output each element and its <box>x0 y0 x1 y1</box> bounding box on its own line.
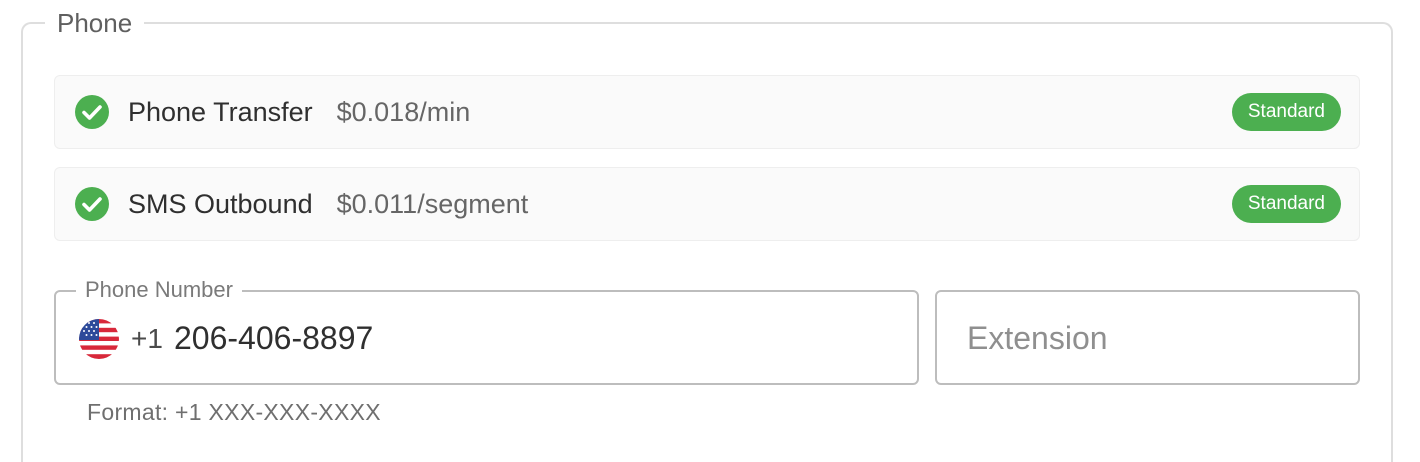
phone-number-field[interactable]: Phone Number +1 <box>54 276 919 385</box>
check-circle-icon <box>75 187 109 221</box>
service-row-sms-outbound: SMS Outbound $0.011/segment Standard <box>54 167 1360 241</box>
section-legend: Phone <box>45 8 145 38</box>
extension-input[interactable] <box>967 316 1327 360</box>
dial-code[interactable]: +1 <box>131 322 163 356</box>
service-price: $0.011/segment <box>336 188 529 219</box>
phone-number-input[interactable] <box>174 316 874 360</box>
status-badge: Standard <box>1231 185 1341 223</box>
check-circle-icon <box>75 95 109 129</box>
service-price: $0.018/min <box>336 96 471 127</box>
phone-number-label: Phone Number <box>76 276 242 304</box>
service-name: SMS Outbound <box>128 188 313 219</box>
extension-field[interactable] <box>935 290 1360 385</box>
us-flag-icon[interactable] <box>79 319 119 359</box>
status-badge: Standard <box>1231 93 1341 131</box>
service-name: Phone Transfer <box>128 96 313 127</box>
service-row-phone-transfer: Phone Transfer $0.018/min Standard <box>54 75 1360 149</box>
phone-format-hint: Format: +1 XXX-XXX-XXXX <box>87 399 381 425</box>
